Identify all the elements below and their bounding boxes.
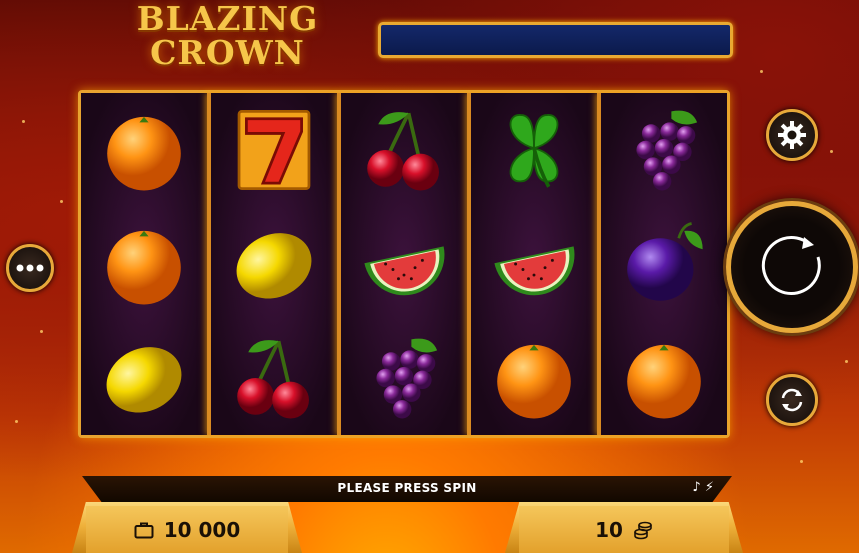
more-dots-icon: [16, 264, 44, 272]
reel-5: [597, 93, 727, 435]
orange-icon: [486, 330, 582, 426]
bet-panel[interactable]: 10: [505, 502, 743, 553]
logo-line-2: CROWN: [150, 33, 305, 72]
lightning-icon[interactable]: ⚡︎: [705, 480, 714, 495]
briefcase-icon: [134, 522, 154, 538]
logo-line-1: BLAZING: [136, 0, 319, 38]
lemon-icon: [226, 216, 322, 312]
message-bar: PLEASE PRESS SPIN ♪ ⚡︎: [82, 476, 732, 502]
sound-turbo-icons: ♪ ⚡︎: [692, 480, 714, 495]
orange-icon: [616, 330, 712, 426]
settings-button[interactable]: [766, 109, 818, 161]
spin-arrow-icon: [761, 235, 821, 295]
balance-value: 10 000: [163, 517, 241, 542]
menu-button[interactable]: [6, 244, 54, 292]
music-note-icon[interactable]: ♪: [692, 480, 700, 495]
autoplay-button[interactable]: [766, 374, 818, 426]
orange-icon: [96, 102, 192, 198]
cherry-icon: [356, 102, 452, 198]
gear-icon: [778, 121, 806, 149]
grape-icon: [356, 330, 452, 426]
lemon-icon: [96, 330, 192, 426]
status-message: PLEASE PRESS SPIN: [337, 481, 477, 495]
orange-icon: [96, 216, 192, 312]
watermelon-icon: [356, 216, 452, 312]
clover-icon: [486, 102, 582, 198]
balance-panel: 10 000: [72, 502, 302, 553]
watermelon-icon: [486, 216, 582, 312]
plum-icon: [616, 216, 712, 312]
autoplay-icon: [781, 388, 803, 412]
win-display-bar: [378, 22, 733, 58]
seven-icon: [226, 102, 322, 198]
reel-2: [207, 93, 337, 435]
reel-4: [467, 93, 597, 435]
reel-3: [337, 93, 467, 435]
bet-value: 10: [595, 517, 623, 542]
coin-stack-icon: [634, 521, 652, 539]
reel-grid: [78, 90, 730, 438]
grape-icon: [616, 102, 712, 198]
cherry-icon: [226, 330, 322, 426]
game-logo: BLAZING CROWN: [115, 2, 340, 70]
reel-1: [81, 93, 207, 435]
spin-button[interactable]: [726, 201, 858, 333]
